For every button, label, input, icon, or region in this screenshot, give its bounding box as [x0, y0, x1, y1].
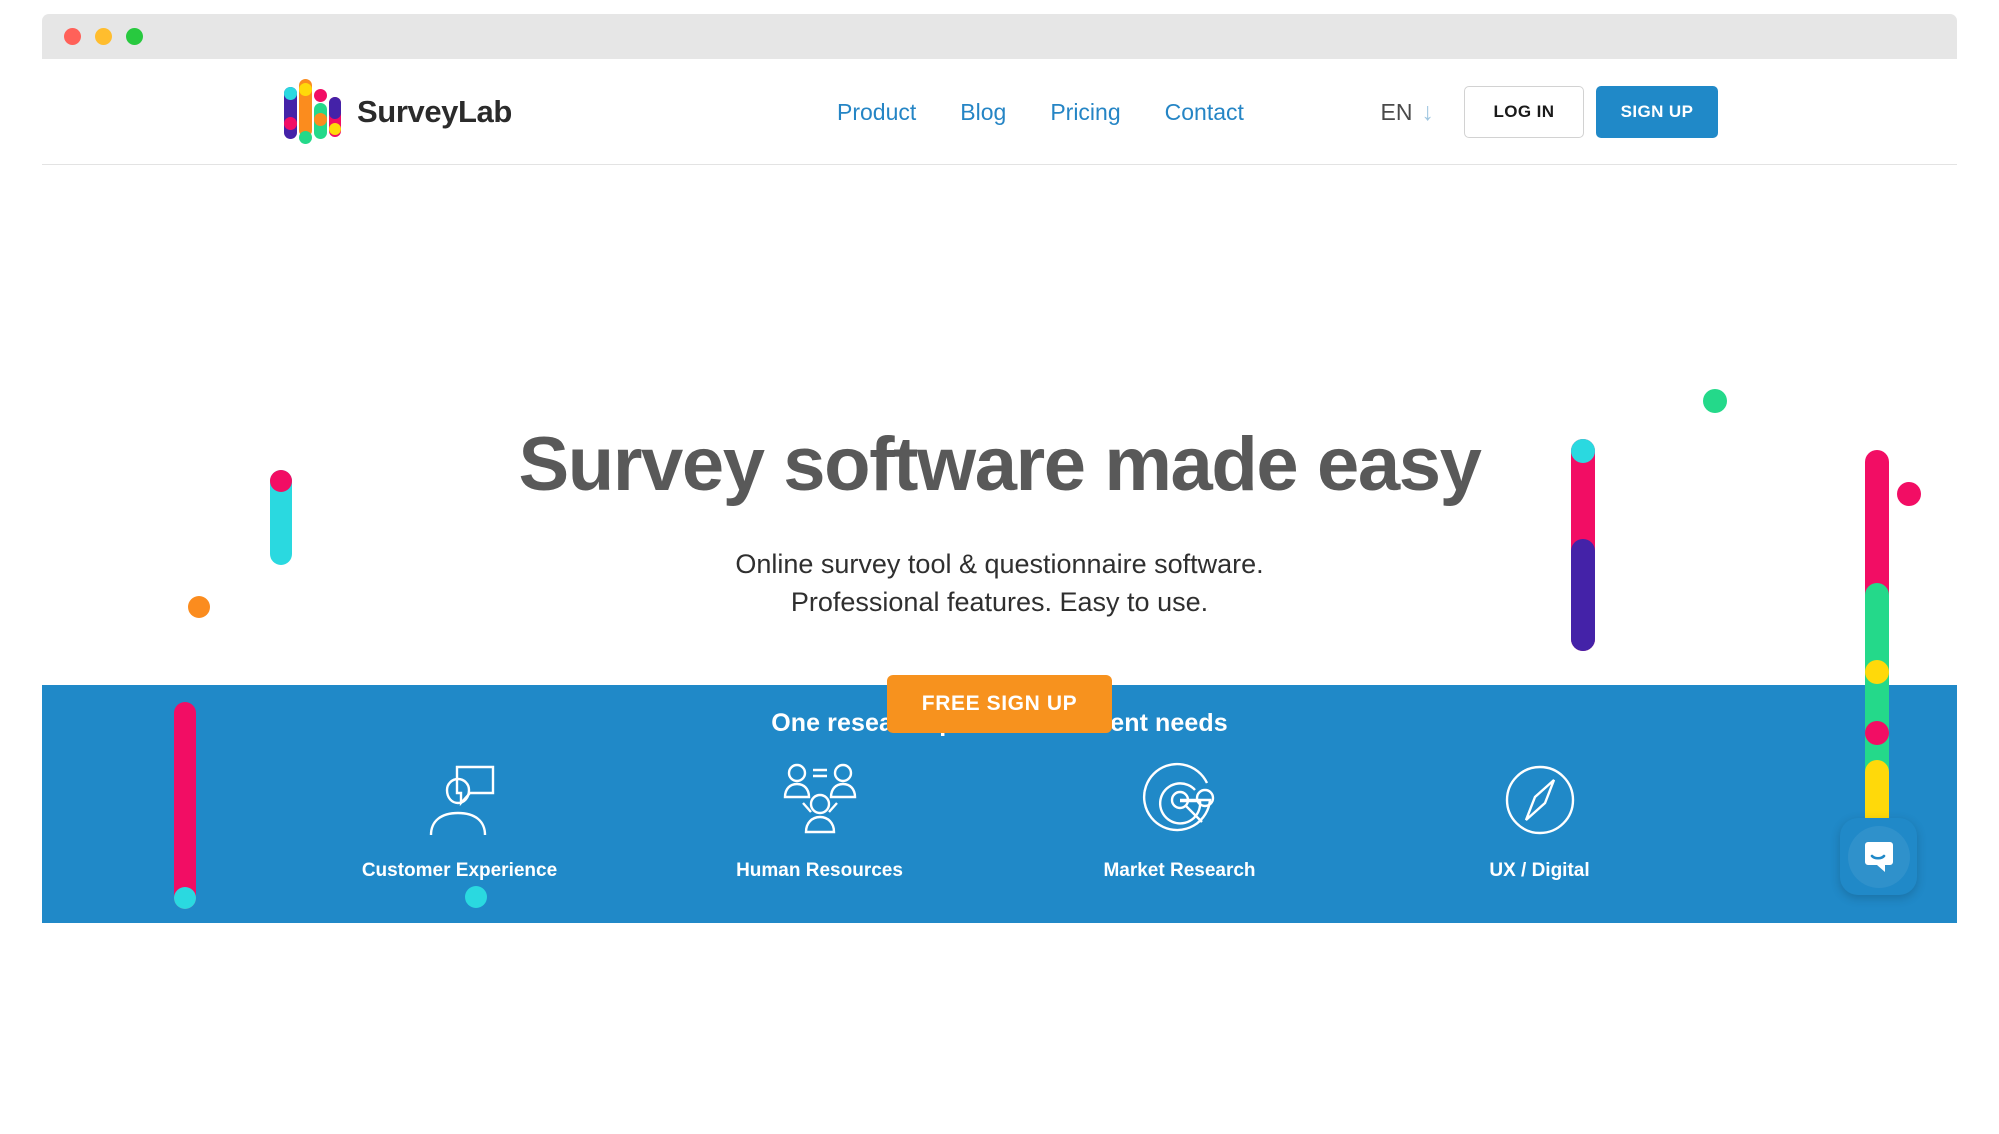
band-item-ux-digital[interactable]: UX / Digital	[1435, 754, 1645, 882]
page-content: SurveyLab Product Blog Pricing Contact E…	[42, 59, 1957, 1134]
band-item-human-resources[interactable]: Human Resources	[715, 754, 925, 882]
window-controls	[64, 28, 143, 45]
hero-subtitle-line-2: Professional features. Easy to use.	[790, 587, 1209, 618]
band-label-human-resources: Human Resources	[736, 860, 903, 881]
arrow-down-icon: ↓	[1421, 97, 1435, 126]
page-title: Survey software made easy	[518, 422, 1482, 507]
logo-text: SurveyLab	[357, 93, 512, 129]
nav-item-blog[interactable]: Blog	[960, 99, 1006, 126]
maximize-button[interactable]	[126, 28, 143, 45]
chat-bubble-icon	[1864, 841, 1893, 872]
decor-dot-green-top	[1703, 389, 1727, 413]
free-signup-button[interactable]: FREE SIGN UP	[887, 675, 1112, 734]
close-button[interactable]	[64, 28, 81, 45]
person-speech-bubble-icon	[355, 754, 565, 846]
main-nav: Product Blog Pricing Contact	[837, 59, 1244, 165]
browser-titlebar	[42, 14, 1957, 59]
hero-subtitle: Online survey tool & questionnaire softw…	[42, 545, 1957, 622]
chat-launcher-button[interactable]	[1840, 818, 1917, 895]
band-label-customer-experience: Customer Experience	[361, 860, 558, 881]
hero-subtitle-line-1: Online survey tool & questionnaire softw…	[735, 548, 1264, 579]
language-label: EN	[1380, 98, 1413, 125]
login-button[interactable]: LOG IN	[1464, 86, 1584, 138]
nav-item-product[interactable]: Product	[837, 99, 916, 126]
language-selector[interactable]: EN ↓	[1381, 99, 1434, 126]
band-item-customer-experience[interactable]: Customer Experience	[355, 754, 565, 882]
decor-dot-cyan-left-lower	[174, 887, 196, 909]
minimize-button[interactable]	[95, 28, 112, 45]
decor-dot-cyan-bottom	[465, 886, 487, 908]
hero-content: Survey software made easy Online survey …	[42, 422, 1957, 734]
signup-button[interactable]: SIGN UP	[1596, 86, 1718, 138]
header-actions: EN ↓ LOG IN SIGN UP	[1381, 59, 1718, 165]
band-label-market-research: Market Research	[1103, 860, 1256, 881]
compass-icon	[1435, 754, 1645, 846]
people-network-icon	[715, 754, 925, 846]
target-magnifier-icon	[1075, 754, 1285, 846]
surveylab-logo-icon	[284, 79, 341, 144]
logo[interactable]: SurveyLab	[284, 79, 512, 144]
site-header: SurveyLab Product Blog Pricing Contact E…	[42, 59, 1957, 165]
band-item-market-research[interactable]: Market Research	[1075, 754, 1285, 882]
hero-section: Survey software made easy Online survey …	[42, 165, 1957, 923]
band-items: Customer Experience Human Resources Mark…	[42, 754, 1957, 882]
band-label-ux-digital: UX / Digital	[1489, 860, 1590, 881]
nav-item-pricing[interactable]: Pricing	[1050, 99, 1120, 126]
nav-item-contact[interactable]: Contact	[1165, 99, 1244, 126]
browser-window: SurveyLab Product Blog Pricing Contact E…	[0, 0, 1999, 1134]
